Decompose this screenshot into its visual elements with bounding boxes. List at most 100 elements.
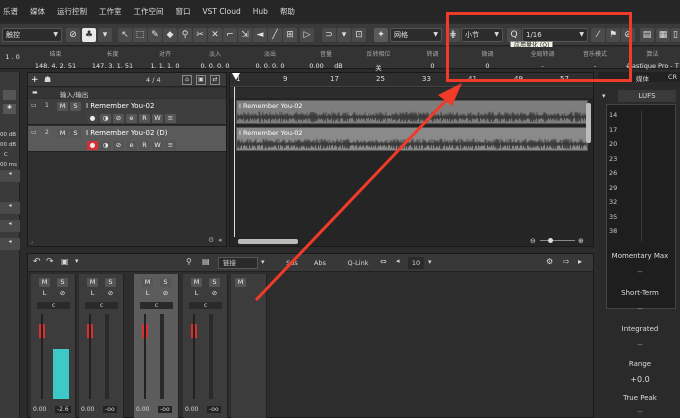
solo-button[interactable]: S: [57, 278, 68, 287]
volume-value[interactable]: 0.00: [136, 406, 149, 413]
inspector-mute-icon[interactable]: ✱: [3, 104, 16, 114]
listen-button[interactable]: L: [142, 289, 153, 298]
meter-menu-icon[interactable]: ▾: [602, 92, 606, 100]
left-expand-icon[interactable]: ◂: [0, 170, 20, 182]
touch-mode-dropdown[interactable]: 触控 ▼: [2, 28, 62, 42]
nudge-icon[interactable]: ⊃: [322, 28, 336, 42]
left-expand-icon[interactable]: ◂: [0, 220, 20, 232]
undo-icon[interactable]: ↶: [33, 257, 41, 267]
zoom-in-icon[interactable]: ⊕: [578, 237, 584, 245]
settings-icon[interactable]: ⚙: [208, 236, 214, 244]
track-row[interactable]: ▭ 1 M S I Remember You-02 ● ◑ ⊘ e R W ≡: [28, 99, 226, 125]
fader-track[interactable]: [144, 314, 146, 399]
panel-icon[interactable]: ▯: [671, 28, 680, 42]
link-dropdown-icon[interactable]: ▾: [261, 258, 265, 266]
pan-control[interactable]: c: [85, 302, 118, 309]
glue-tool-icon[interactable]: ⌐: [223, 28, 237, 42]
home-icon[interactable]: ⌂: [182, 75, 192, 85]
club-icon[interactable]: ♣: [82, 28, 96, 42]
channel-count-dropdown-icon[interactable]: ▾: [428, 258, 432, 266]
pointer-tool-icon[interactable]: ↖: [118, 28, 132, 42]
pan-control[interactable]: c: [140, 302, 173, 309]
horizontal-scrollbar[interactable]: [238, 239, 298, 244]
zoom-tool-icon[interactable]: ⚲: [178, 28, 192, 42]
menu-transport[interactable]: 运行控制: [57, 6, 87, 17]
comp-tool-icon[interactable]: ⊞: [283, 28, 297, 42]
snap-icon[interactable]: ⊡: [352, 28, 366, 42]
menu-help[interactable]: 帮助: [280, 6, 295, 17]
menu-hub[interactable]: Hub: [253, 7, 268, 16]
lufs-button[interactable]: LUFS: [618, 90, 676, 102]
vertical-scrollbar[interactable]: [586, 103, 591, 143]
mute-button[interactable]: M: [39, 278, 50, 287]
visibility-icon[interactable]: ▣: [196, 75, 206, 85]
mixer-settings-icon[interactable]: ⚙: [546, 257, 553, 266]
solo-button[interactable]: S: [70, 102, 81, 111]
pan-control[interactable]: c: [189, 302, 222, 309]
menu-score[interactable]: 乐谱: [3, 6, 18, 17]
sus-button[interactable]: Sus: [280, 257, 304, 269]
pan-control[interactable]: c: [37, 302, 70, 309]
mute-tool-icon[interactable]: ✕: [208, 28, 222, 42]
track-row-selected[interactable]: ▭ 2 M S I Remember You-02 (D) ● ◑ ⊘ e R …: [28, 126, 226, 152]
folder-track[interactable]: ▬ 输入/输出: [28, 88, 226, 99]
read-automation-button[interactable]: R: [139, 114, 150, 123]
info-snap[interactable]: 对齐 1. 1. 1. 0: [140, 49, 190, 70]
grid-type-dropdown[interactable]: 网格 ▼: [390, 28, 442, 42]
zoom-out-icon[interactable]: ⊖: [530, 237, 536, 245]
mute-button[interactable]: M: [235, 278, 246, 287]
inspector-button[interactable]: [3, 90, 16, 100]
mixer-expand-icon[interactable]: ▸: [578, 257, 582, 266]
lock-icon[interactable]: ⊘: [57, 289, 68, 298]
tab-cr[interactable]: CR: [668, 73, 677, 81]
eraser-tool-icon[interactable]: ◆: [163, 28, 177, 42]
play-tool-icon[interactable]: ▷: [300, 28, 314, 42]
sync-icon[interactable]: ⇄: [210, 75, 220, 85]
redo-icon[interactable]: ↷: [46, 257, 54, 267]
mute-button[interactable]: M: [87, 278, 98, 287]
channel-filter-icon[interactable]: ▤: [202, 257, 210, 266]
menu-studio[interactable]: 工作室: [99, 6, 122, 17]
collapse-icon[interactable]: ◂: [218, 236, 222, 244]
edit-icon[interactable]: e: [126, 141, 137, 150]
solo-button[interactable]: S: [209, 278, 220, 287]
track-settings-icon[interactable]: ≡: [165, 141, 176, 150]
lock-icon[interactable]: ⊘: [113, 141, 124, 150]
layout-icon[interactable]: ▤: [640, 28, 654, 42]
listen-button[interactable]: L: [39, 289, 50, 298]
nudge-dropdown-icon[interactable]: ▾: [337, 28, 351, 42]
left-expand-icon[interactable]: ◂: [0, 202, 20, 214]
read-automation-button[interactable]: R: [139, 141, 150, 150]
zoom-slider[interactable]: [540, 240, 575, 241]
fader-track[interactable]: [41, 314, 43, 399]
menu-vst-cloud[interactable]: VST Cloud: [203, 7, 241, 16]
listen-button[interactable]: L: [87, 289, 98, 298]
channel-count[interactable]: 10: [408, 257, 424, 269]
write-automation-button[interactable]: W: [152, 114, 163, 123]
volume-value[interactable]: 0.00: [81, 406, 94, 413]
volume-value[interactable]: 0.00: [185, 406, 198, 413]
audio-clip-selected[interactable]: I Remember You-02: [236, 127, 588, 151]
mixer-window-icon[interactable]: ⇨: [563, 257, 570, 266]
dropdown-icon[interactable]: ▾: [98, 28, 112, 42]
record-enable-button[interactable]: ●: [87, 114, 98, 123]
mute-button[interactable]: M: [191, 278, 202, 287]
mixer-channel-strip[interactable]: M S L ⊘ c 0.00 -2.6: [31, 274, 76, 418]
abs-button[interactable]: Abs: [308, 257, 332, 269]
volume-value[interactable]: 0.00: [33, 406, 46, 413]
solo-button[interactable]: S: [105, 278, 116, 287]
lock-icon[interactable]: ⊘: [209, 289, 220, 298]
mixer-channel-strip[interactable]: M S L ⊘ c 0.00 -oo: [134, 274, 179, 418]
window-layout-icon[interactable]: ▦: [656, 28, 670, 42]
edit-icon[interactable]: e: [126, 114, 137, 123]
track-name[interactable]: I Remember You-02: [86, 102, 154, 110]
solo-button[interactable]: S: [70, 129, 81, 138]
channel-nav-icon[interactable]: ◂: [396, 257, 400, 265]
record-enable-button[interactable]: ●: [87, 141, 98, 150]
search-icon[interactable]: ⚲: [186, 257, 192, 266]
mixer-channel-strip[interactable]: M S L ⊘ c 0.00 -oo: [183, 274, 228, 418]
info-fade-in[interactable]: 淡入 0. 0. 0. 0: [190, 49, 240, 70]
info-fade-out[interactable]: 淡出 0. 0. 0. 0: [245, 49, 295, 70]
monitor-button[interactable]: ◑: [100, 114, 111, 123]
q-link-button[interactable]: Q-Link: [340, 257, 376, 269]
